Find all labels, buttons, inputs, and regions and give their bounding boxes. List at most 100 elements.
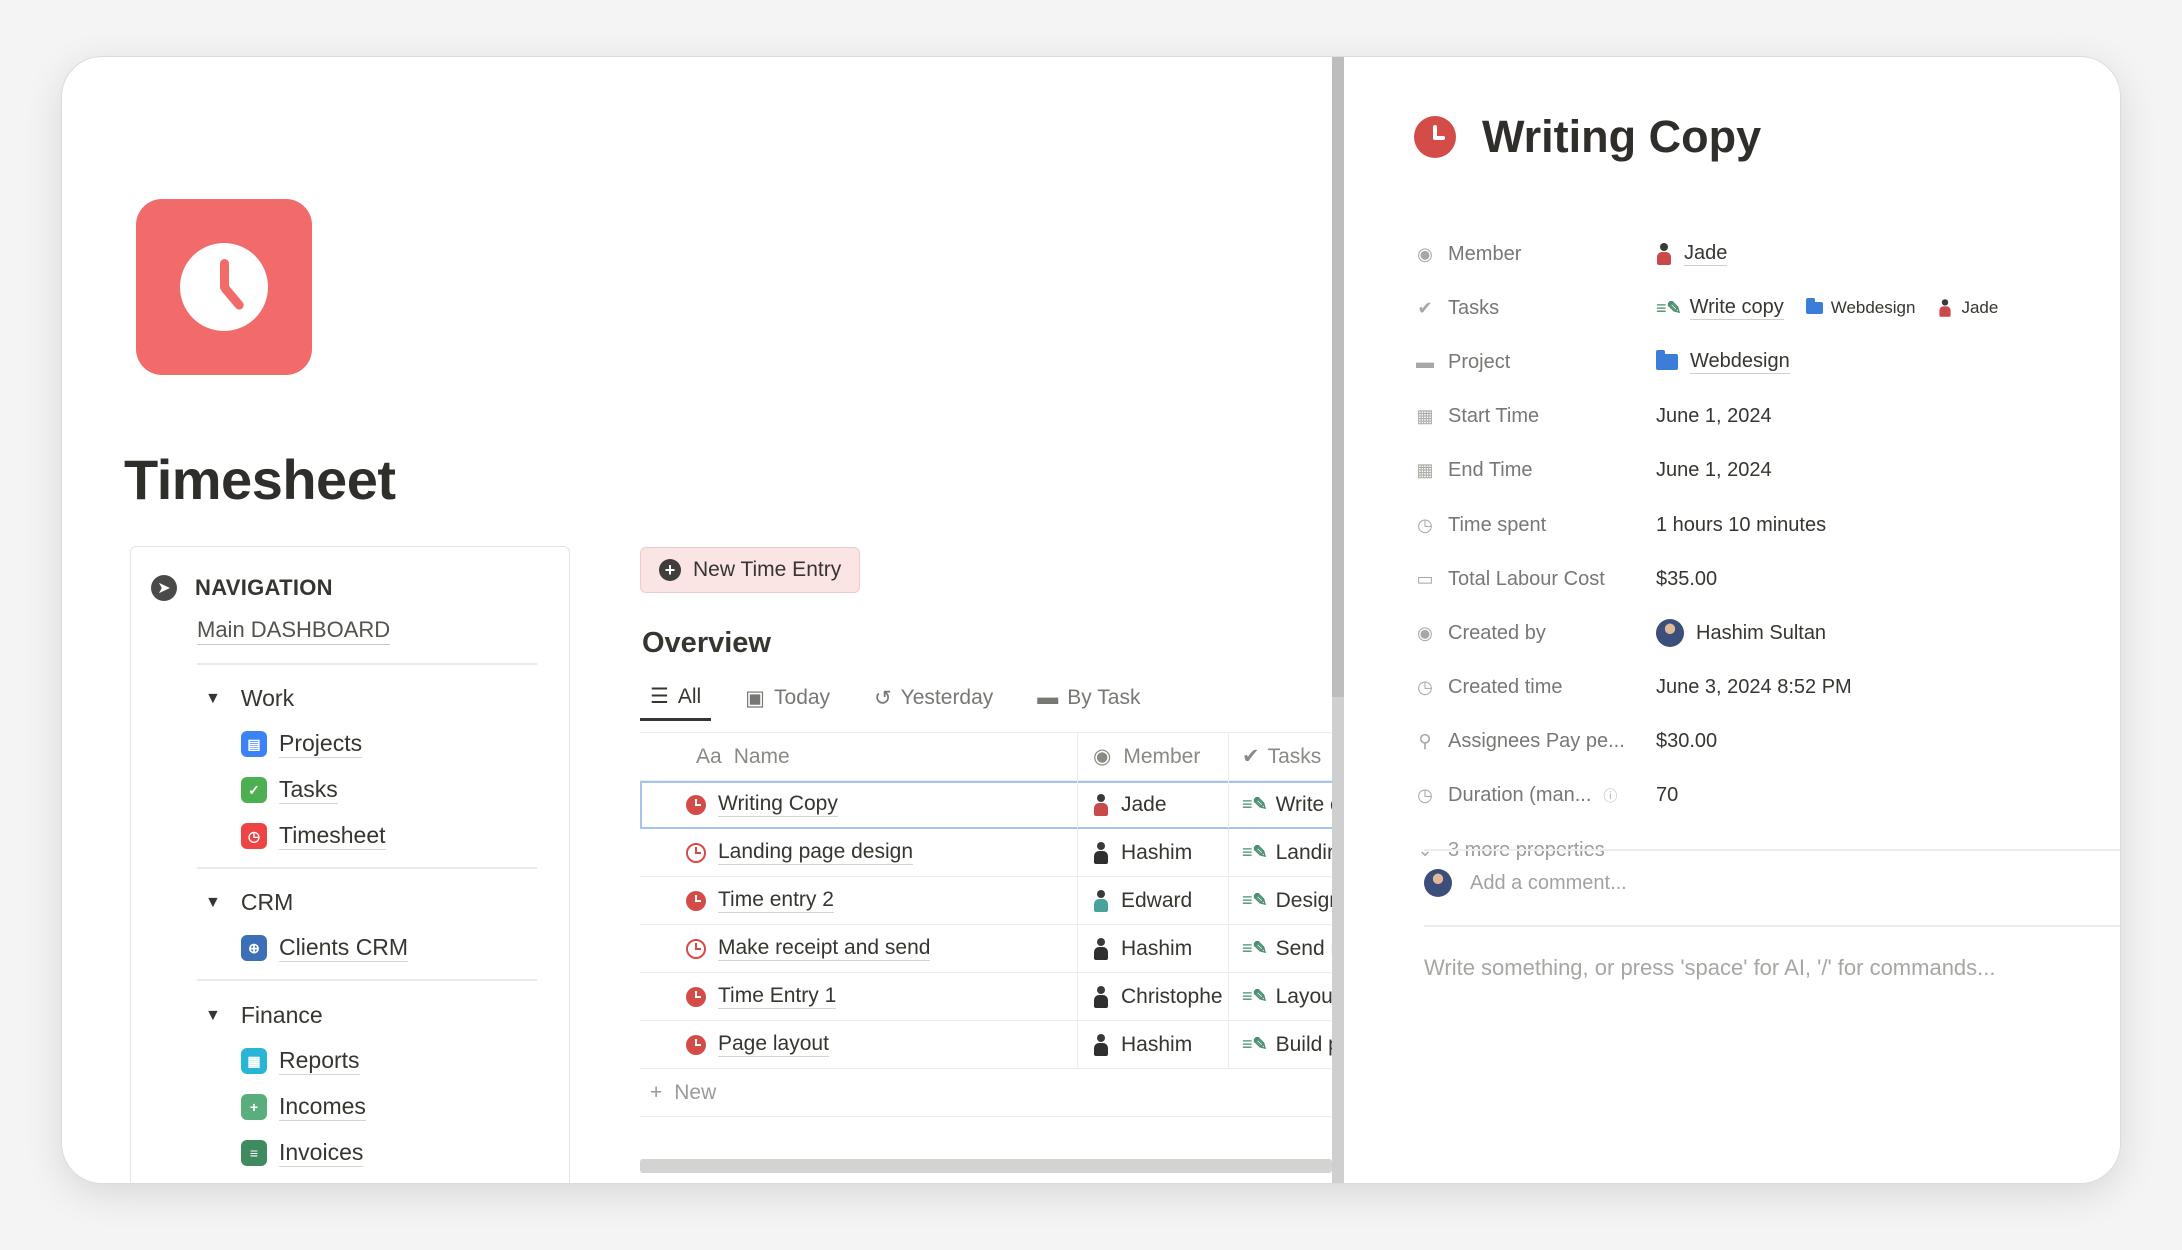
person-circle-icon: ◉ [1417,622,1433,643]
column-header-name[interactable]: Aa Name [640,733,1078,780]
task-name[interactable]: Design [1276,889,1332,913]
entry-name[interactable]: Writing Copy [718,792,838,817]
entry-name[interactable]: Time Entry 1 [718,984,837,1009]
property-value[interactable]: Webdesign [1690,350,1790,375]
property-label: Total Labour Cost [1448,567,1605,590]
folder-icon: ▬ [1416,351,1434,372]
property-project[interactable]: ▬ Project Webdesign [1414,335,2104,389]
nav-item-clients-crm[interactable]: ⊕ Clients CRM [241,934,409,962]
property-tasks[interactable]: ✔ Tasks ≡✎ Write copy Webdesign Jade [1414,281,2104,335]
nav-item-tasks[interactable]: ✓ Tasks [241,776,338,804]
property-value[interactable]: Write copy [1689,296,1784,321]
property-start-time[interactable]: ▦ Start Time June 1, 2024 [1414,390,2104,444]
person-circle-icon: ◉ [1417,243,1433,264]
property-created-time[interactable]: ◷ Created time June 3, 2024 8:52 PM [1414,661,2104,715]
nav-group-finance[interactable]: ▼ Finance [205,1002,323,1029]
pane-splitter[interactable] [1332,57,1344,1183]
tab-by-task[interactable]: ▬ By Task [1027,675,1150,721]
column-label: Tasks [1267,744,1322,768]
property-value: June 3, 2024 8:52 PM [1656,676,1852,699]
task-member[interactable]: Jade [1961,298,1998,318]
property-label: Created time [1448,676,1563,699]
detail-title[interactable]: Writing Copy [1482,111,1761,163]
page-body-input[interactable]: Write something, or press 'space' for AI… [1424,955,1996,981]
task-name[interactable]: Build p [1276,1033,1332,1057]
entry-name[interactable]: Make receipt and send [718,936,931,961]
property-label: Start Time [1448,405,1540,428]
plus-icon: + [659,559,681,581]
property-value: 1 hours 10 minutes [1656,513,1827,536]
property-assignees-pay[interactable]: ⚲ Assignees Pay pe... $30.00 [1414,715,2104,769]
tab-all[interactable]: ☰ All [640,675,712,721]
member-name: Edward [1121,888,1193,912]
member-cell: Christophe [1079,973,1229,1020]
member-name: Jade [1121,792,1167,816]
tab-today[interactable]: ▣ Today [735,675,840,721]
nav-item-label: Invoices [279,1139,364,1167]
entry-name[interactable]: Time entry 2 [718,888,834,913]
task-name[interactable]: Write c [1276,793,1332,817]
task-project[interactable]: Webdesign [1831,298,1916,318]
table-row[interactable]: Time Entry 1 Christophe ≡✎ Layout [640,973,1332,1021]
entry-name[interactable]: Landing page design [718,840,914,865]
info-icon[interactable]: ⓘ [1603,786,1617,806]
new-row-label: New [674,1080,717,1104]
overview-title: Overview [642,627,771,659]
list-icon: ☰ [650,685,669,708]
divider [197,663,537,665]
folder-icon [1805,298,1823,315]
task-name[interactable]: Layout [1276,985,1332,1009]
new-time-entry-button[interactable]: + New Time Entry [640,547,861,593]
property-total-labour-cost[interactable]: ▭ Total Labour Cost $35.00 [1414,552,2104,606]
nav-item-reports[interactable]: ▦ Reports [241,1047,360,1075]
projects-icon: ▤ [241,731,267,757]
name-cell: Make receipt and send [640,925,1078,972]
task-icon: ≡✎ [1242,1034,1268,1054]
table-row[interactable]: Landing page design Hashim ≡✎ Landin [640,829,1332,877]
task-icon: ≡✎ [1242,938,1268,958]
divider [1424,849,2120,851]
nav-item-timesheet[interactable]: ◷ Timesheet [241,822,386,850]
property-value[interactable]: Jade [1684,242,1728,267]
detail-header: Writing Copy [1414,111,1761,163]
comment-input[interactable]: Add a comment... [1424,869,1627,897]
calendar-icon: ▦ [1416,406,1434,427]
tab-yesterday[interactable]: ↺ Yesterday [864,675,1003,721]
comment-placeholder: Add a comment... [1470,871,1627,894]
check-circle-icon: ✔ [1417,297,1433,318]
table-row[interactable]: Make receipt and send Hashim ≡✎ Send r [640,925,1332,973]
clock-icon[interactable] [1414,116,1456,158]
name-cell: Page layout [640,1021,1078,1068]
property-created-by[interactable]: ◉ Created by Hashim Sultan [1414,606,2104,660]
task-name[interactable]: Landin [1276,841,1332,865]
property-duration[interactable]: ◷ Duration (man... ⓘ 70 [1414,769,2104,823]
clock-icon [180,243,268,331]
calendar-icon: ▣ [745,686,766,710]
column-header-member[interactable]: ◉ Member [1079,733,1229,780]
horizontal-scrollbar[interactable] [640,1159,1332,1173]
property-time-spent[interactable]: ◷ Time spent 1 hours 10 minutes [1414,498,2104,552]
nav-item-incomes[interactable]: + Incomes [241,1093,366,1121]
property-member[interactable]: ◉ Member Jade [1414,227,2104,281]
person-icon [1093,793,1109,816]
property-end-time[interactable]: ▦ End Time June 1, 2024 [1414,444,2104,498]
page-icon[interactable] [136,199,312,375]
member-name: Christophe [1121,984,1223,1008]
column-header-tasks[interactable]: ✔ Tasks [1230,733,1332,780]
table-row[interactable]: Writing Copy Jade ≡✎ Write c [640,781,1332,829]
invoices-icon: ≡ [241,1140,267,1166]
button-label: New Time Entry [693,558,842,581]
main-dashboard-link[interactable]: Main DASHBOARD [197,617,391,645]
table-row[interactable]: Time entry 2 Edward ≡✎ Design [640,877,1332,925]
person-icon [1093,937,1109,960]
new-row-button[interactable]: + New [640,1069,1332,1117]
divider [197,867,537,869]
nav-group-work[interactable]: ▼ Work [205,685,294,712]
nav-item-invoices[interactable]: ≡ Invoices [241,1139,364,1167]
nav-group-crm[interactable]: ▼ CRM [205,889,293,916]
table-row[interactable]: Page layout Hashim ≡✎ Build p [640,1021,1332,1069]
entry-name[interactable]: Page layout [718,1032,829,1057]
task-name[interactable]: Send r [1276,937,1332,961]
nav-item-projects[interactable]: ▤ Projects [241,730,363,758]
tab-label: Today [774,686,831,709]
